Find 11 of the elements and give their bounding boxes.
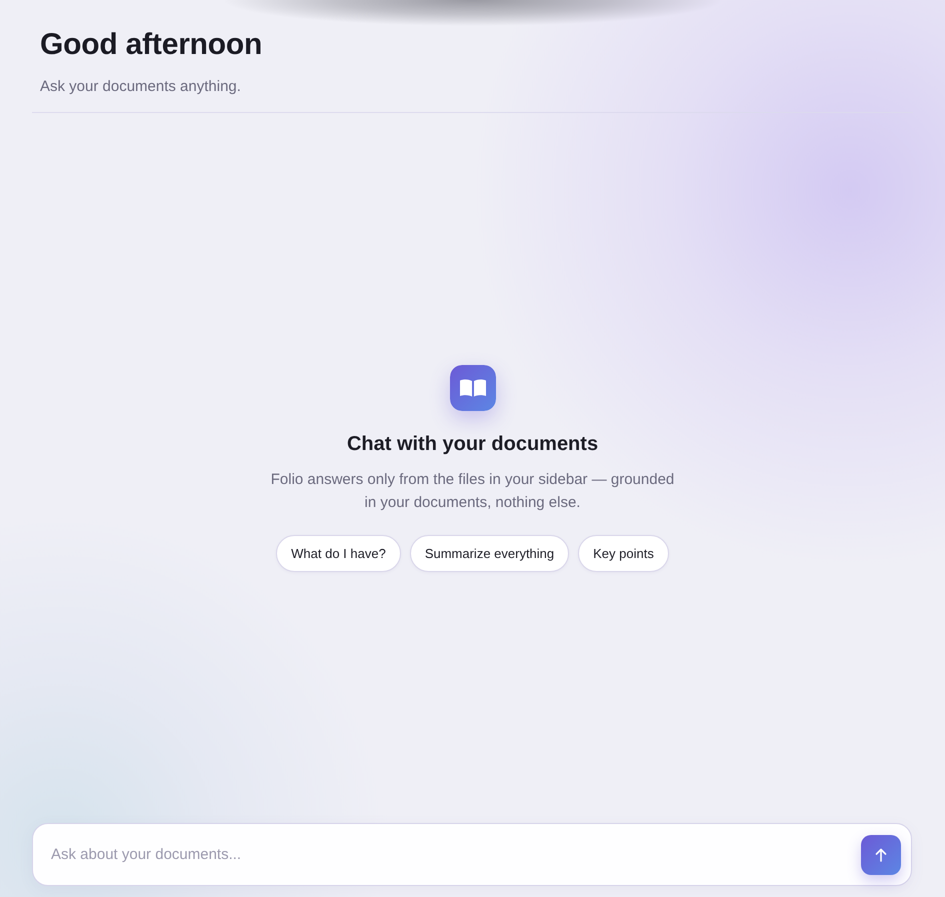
suggestion-chip[interactable]: What do I have? — [276, 534, 401, 572]
empty-state-title: Chat with your documents — [346, 432, 598, 456]
page-subtitle: Ask your documents anything. — [40, 77, 242, 97]
book-icon — [450, 364, 496, 410]
send-button[interactable] — [861, 835, 901, 875]
arrow-up-icon — [875, 848, 887, 862]
suggestion-chip[interactable]: Summarize everything — [410, 534, 570, 572]
empty-state-description: Folio answers only from the files in your sidebar — grounded in your documents, nothing else. — [270, 470, 676, 512]
page-title: Good afternoon — [40, 27, 264, 63]
suggestion-chip[interactable]: Key points — [578, 534, 669, 572]
message-input[interactable]: Ask about your documents... — [32, 823, 912, 886]
